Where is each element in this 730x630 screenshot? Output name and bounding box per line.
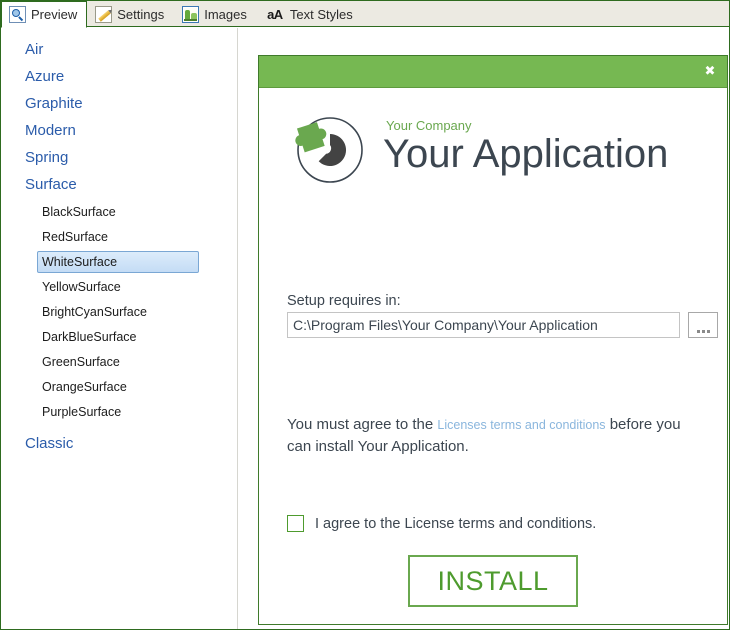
preview-magnifier-icon xyxy=(9,6,26,23)
tab-preview-label: Preview xyxy=(31,7,78,22)
sidebar-item-azure[interactable]: Azure xyxy=(1,63,237,90)
dialog-title-bar: ✖ xyxy=(259,56,727,88)
sidebar-item-blacksurface[interactable]: BlackSurface xyxy=(37,201,199,223)
agree-checkbox-label: I agree to the License terms and conditi… xyxy=(315,515,597,532)
tab-bar: Preview Settings Images aA Text Styles xyxy=(1,1,729,28)
tab-images-label: Images xyxy=(204,7,247,22)
browse-button[interactable] xyxy=(688,312,718,338)
tab-preview[interactable]: Preview xyxy=(1,1,88,28)
sidebar-item-greensurface[interactable]: GreenSurface xyxy=(37,351,199,373)
sidebar-item-classic[interactable]: Classic xyxy=(1,426,237,457)
license-terms-link[interactable]: Licenses terms and conditions xyxy=(437,418,605,432)
tab-images[interactable]: Images xyxy=(174,1,257,27)
close-icon[interactable]: ✖ xyxy=(702,64,718,80)
dialog-body: Your Company Your Application Setup requ… xyxy=(259,88,727,625)
sidebar-item-orangesurface[interactable]: OrangeSurface xyxy=(37,376,199,398)
setup-path-label: Setup requires in: xyxy=(287,293,401,309)
sidebar-item-surface[interactable]: Surface xyxy=(1,171,237,198)
installer-dialog: ✖ Your Company Your Application Setup re… xyxy=(258,55,728,625)
tab-settings[interactable]: Settings xyxy=(87,1,174,27)
app-window: Preview Settings Images aA Text Styles A… xyxy=(0,0,730,630)
theme-tree-sidebar: Air Azure Graphite Modern Spring Surface… xyxy=(1,28,238,629)
puzzle-logo-icon xyxy=(285,104,371,190)
sidebar-item-air[interactable]: Air xyxy=(1,36,237,63)
tab-text-styles-label: Text Styles xyxy=(289,7,353,22)
agree-row: I agree to the License terms and conditi… xyxy=(287,515,596,532)
setup-path-row xyxy=(287,312,718,338)
tab-settings-label: Settings xyxy=(117,7,165,22)
sidebar-item-whitesurface[interactable]: WhiteSurface xyxy=(37,251,199,273)
brand-block: Your Company Your Application xyxy=(259,88,727,184)
picture-icon xyxy=(182,6,200,23)
sidebar-item-brightcyansurface[interactable]: BrightCyanSurface xyxy=(37,301,199,323)
install-button[interactable]: INSTALL xyxy=(408,555,578,607)
sidebar-item-darkbluesurface[interactable]: DarkBlueSurface xyxy=(37,326,199,348)
pencil-icon xyxy=(95,6,113,23)
agree-checkbox[interactable] xyxy=(287,515,304,532)
brand-text: Your Company Your Application xyxy=(383,118,668,177)
license-text-before: You must agree to the xyxy=(287,416,438,433)
sidebar-item-purplesurface[interactable]: PurpleSurface xyxy=(37,401,199,423)
tab-text-styles[interactable]: aA Text Styles xyxy=(257,1,363,27)
application-name: Your Application xyxy=(383,131,669,176)
ellipsis-icon xyxy=(696,330,710,333)
install-path-input[interactable] xyxy=(287,312,680,338)
text-aA-icon: aA xyxy=(267,7,283,22)
sidebar-item-graphite[interactable]: Graphite xyxy=(1,90,237,117)
sidebar-item-yellowsurface[interactable]: YellowSurface xyxy=(37,276,199,298)
sidebar-item-modern[interactable]: Modern xyxy=(1,117,237,144)
sidebar-item-spring[interactable]: Spring xyxy=(1,144,237,171)
license-paragraph: You must agree to the Licenses terms and… xyxy=(287,414,702,458)
sidebar-item-redsurface[interactable]: RedSurface xyxy=(37,226,199,248)
